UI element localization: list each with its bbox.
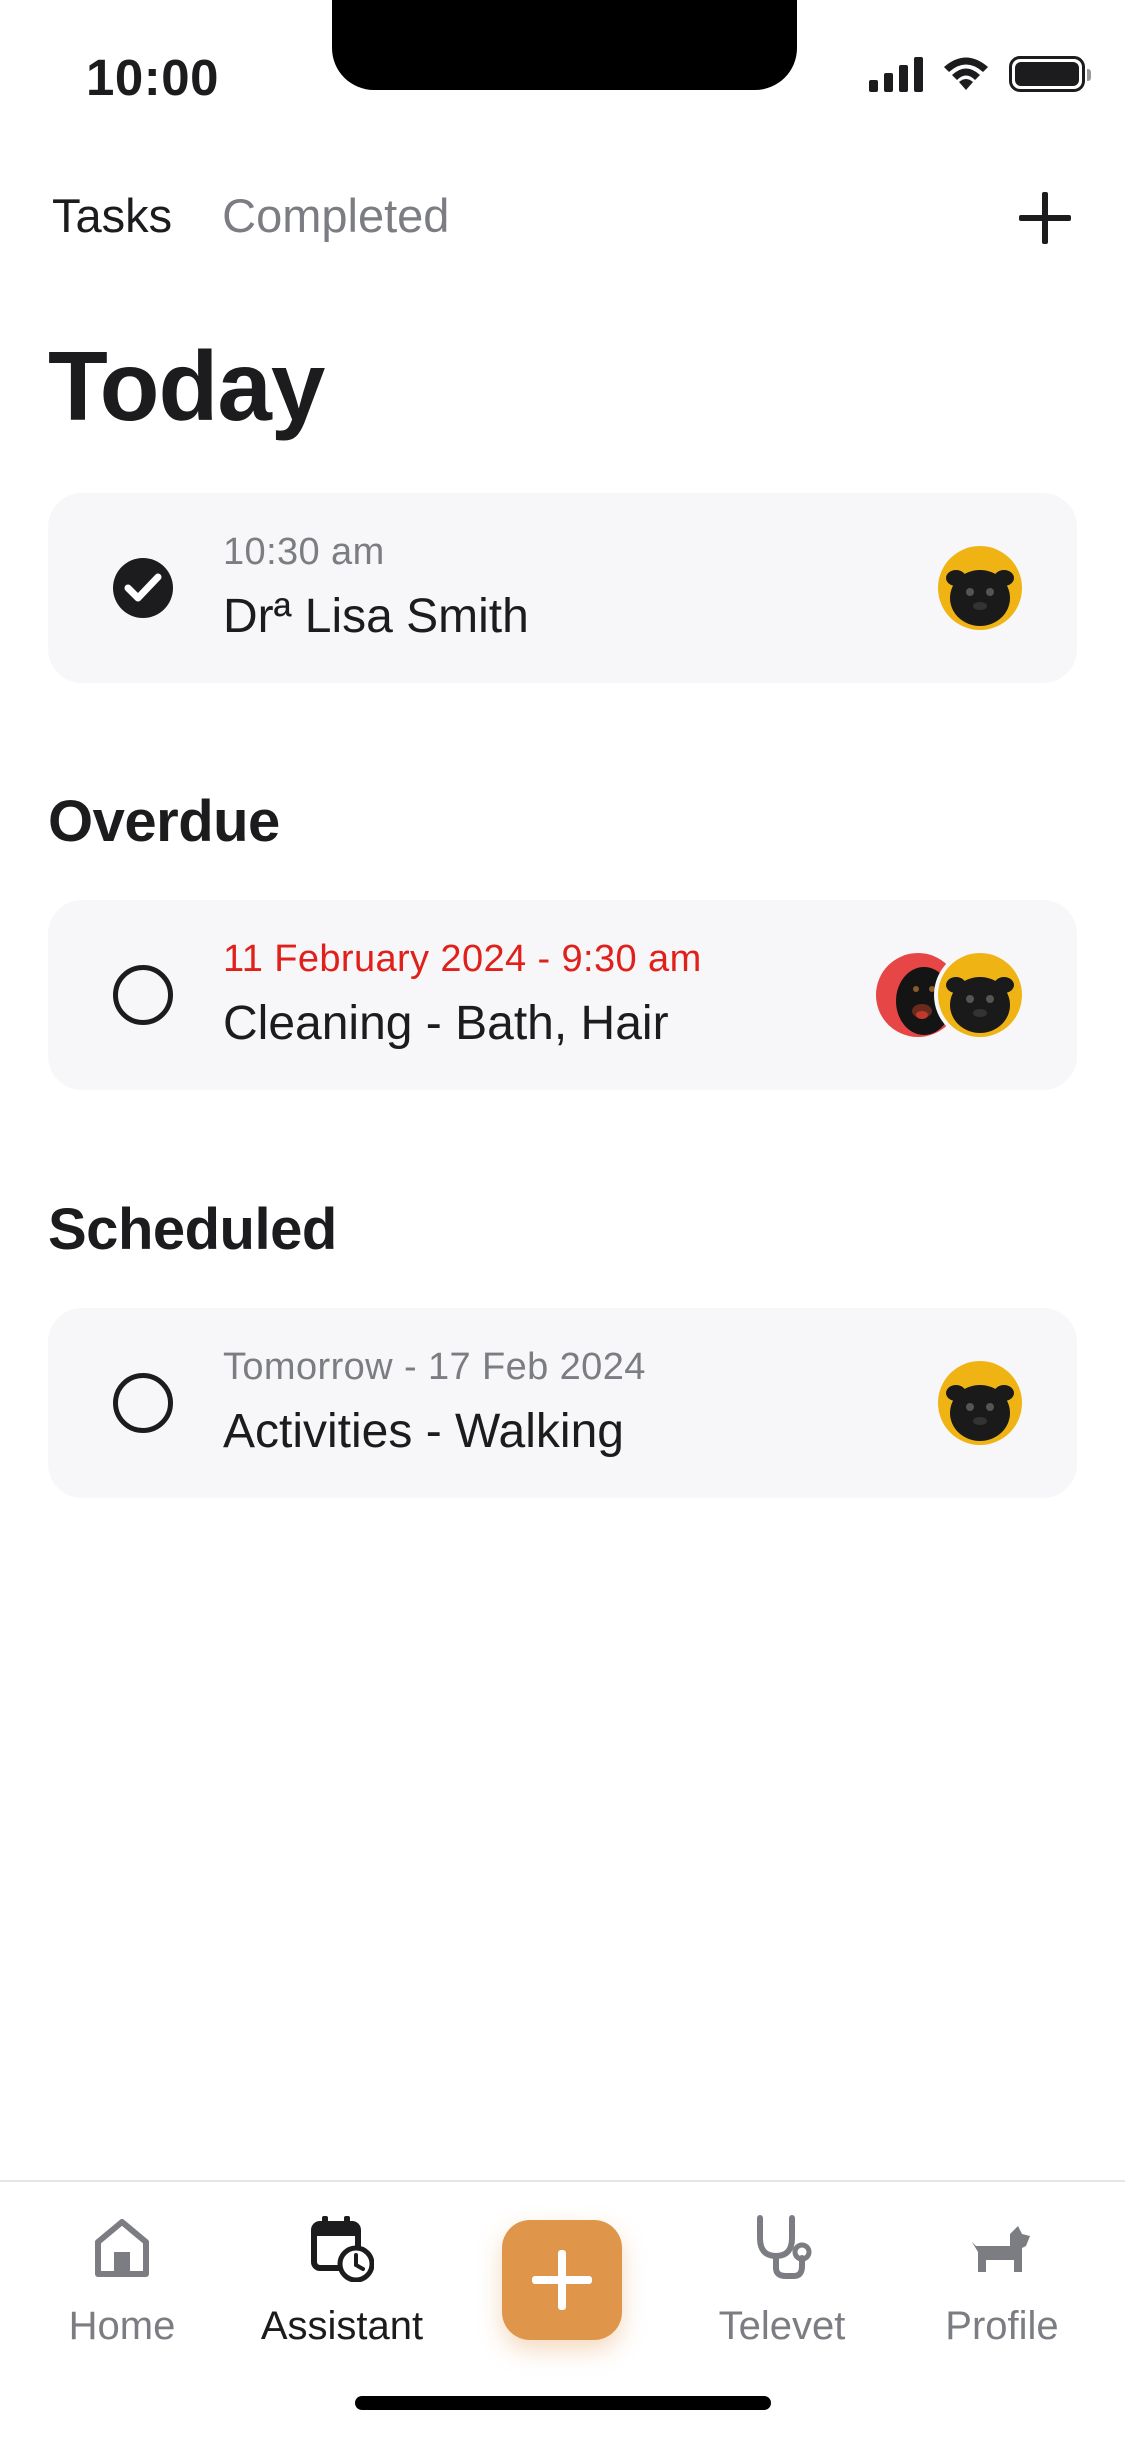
pet-avatar-pug <box>938 546 1022 630</box>
section-title-today: Today <box>48 331 325 441</box>
wifi-icon <box>944 57 988 90</box>
cellular-signal-icon <box>869 56 923 92</box>
nav-home-label: Home <box>68 2304 176 2348</box>
nav-assistant-label: Assistant <box>260 2304 424 2348</box>
device-notch <box>332 0 797 90</box>
task-title: Drª Lisa Smith <box>223 590 529 643</box>
task-card-overdue[interactable]: 11 February 2024 - 9:30 am Cleaning - Ba… <box>48 900 1077 1090</box>
tab-completed[interactable]: Completed <box>222 188 449 243</box>
task-checkbox[interactable] <box>113 1373 173 1433</box>
quick-add-button[interactable] <box>502 2220 622 2340</box>
dog-icon <box>972 2226 1030 2272</box>
status-bar: 10:00 <box>0 0 1125 150</box>
pet-avatar-pug <box>938 953 1022 1037</box>
section-title-overdue: Overdue <box>48 789 280 854</box>
section-title-scheduled: Scheduled <box>48 1197 337 1262</box>
pet-avatar-pug <box>938 1361 1022 1445</box>
task-title: Activities - Walking <box>223 1405 624 1458</box>
battery-icon <box>1009 56 1091 92</box>
status-icons <box>869 56 1091 92</box>
checkmark-icon <box>124 573 162 602</box>
nav-televet[interactable]: Televet <box>672 2182 892 2382</box>
task-tabs: Tasks Completed <box>52 188 449 243</box>
task-checkbox-checked[interactable] <box>113 558 173 618</box>
task-card-scheduled[interactable]: Tomorrow - 17 Feb 2024 Activities - Walk… <box>48 1308 1077 1498</box>
nav-home[interactable]: Home <box>12 2182 232 2382</box>
home-icon <box>95 2219 149 2277</box>
tab-tasks[interactable]: Tasks <box>52 188 172 243</box>
home-indicator <box>355 2396 771 2410</box>
task-time: 10:30 am <box>223 531 385 573</box>
task-card-today[interactable]: 10:30 am Drª Lisa Smith <box>48 493 1077 683</box>
nav-profile-label: Profile <box>945 2304 1059 2348</box>
nav-televet-label: Televet <box>718 2304 846 2348</box>
nav-profile[interactable]: Profile <box>892 2182 1112 2382</box>
stethoscope-icon <box>757 2215 812 2279</box>
add-task-button[interactable] <box>1017 190 1073 246</box>
task-date: Tomorrow - 17 Feb 2024 <box>223 1346 646 1388</box>
task-checkbox[interactable] <box>113 965 173 1025</box>
calendar-clock-icon <box>311 2216 374 2282</box>
task-title: Cleaning - Bath, Hair <box>223 997 669 1050</box>
task-due-date: 11 February 2024 - 9:30 am <box>223 938 702 980</box>
status-time: 10:00 <box>86 49 219 106</box>
nav-assistant[interactable]: Assistant <box>232 2182 452 2382</box>
